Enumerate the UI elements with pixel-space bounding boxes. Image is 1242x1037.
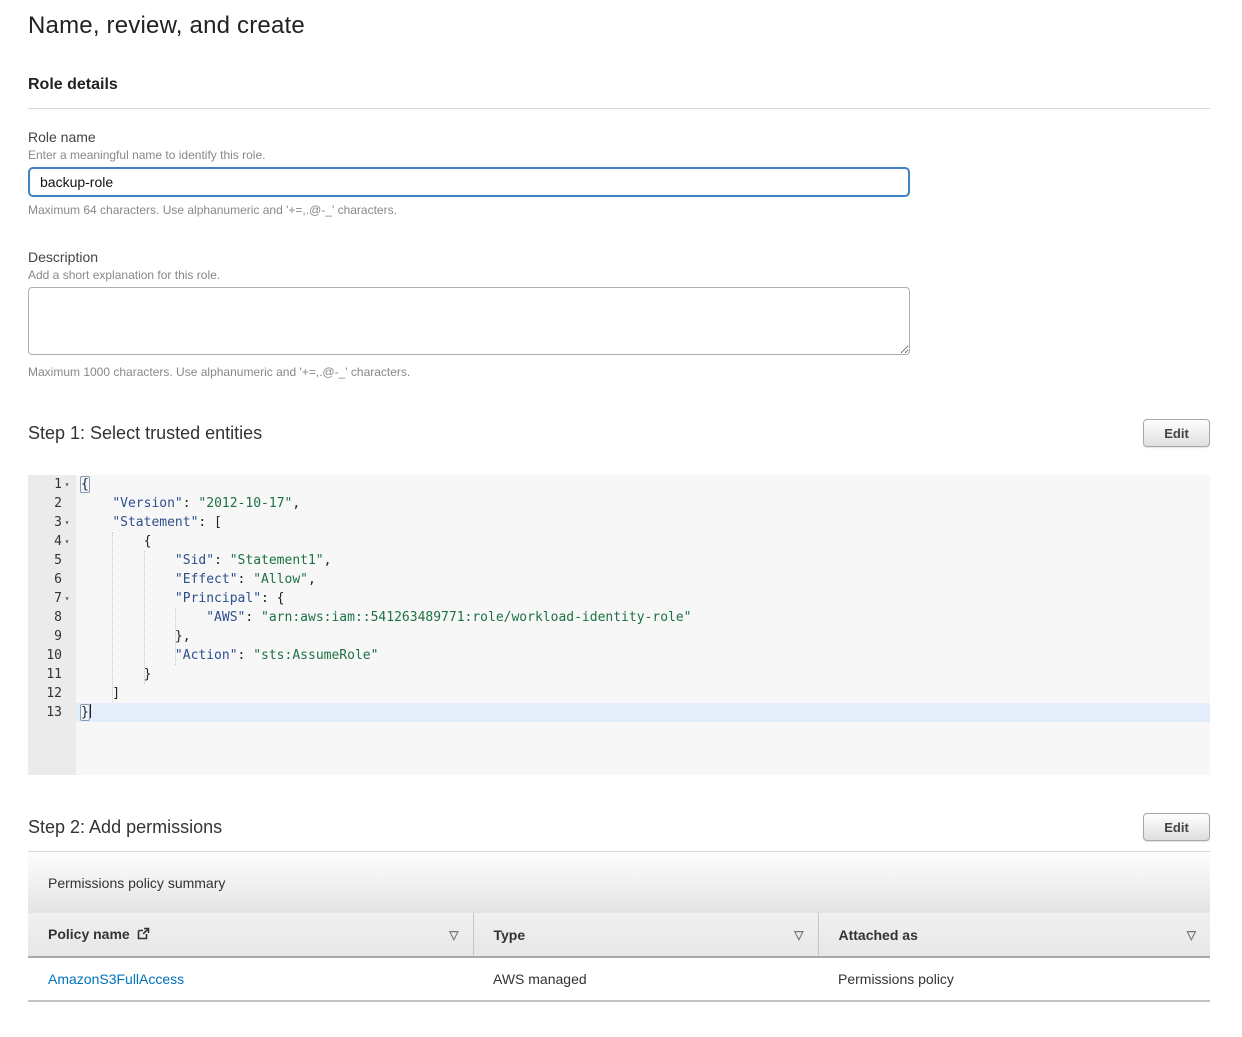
page-title: Name, review, and create	[28, 0, 1210, 40]
code-fold-icon[interactable]: ▾	[62, 532, 72, 551]
line-number: 1▾	[28, 475, 76, 494]
policy-name-link[interactable]: AmazonS3FullAccess	[48, 971, 184, 987]
step2-edit-button[interactable]: Edit	[1143, 813, 1210, 841]
filter-icon[interactable]: ▽	[794, 929, 803, 941]
editor-code-pane: { "Version": "2012-10-17", "Statement": …	[76, 475, 1210, 775]
section-divider	[28, 108, 1210, 109]
line-number: 2	[28, 494, 76, 513]
code-line: "Version": "2012-10-17",	[76, 494, 1210, 513]
permissions-panel-title: Permissions policy summary	[28, 851, 1210, 913]
code-line: "Action": "sts:AssumeRole"	[76, 646, 1210, 665]
policy-type-cell: AWS managed	[473, 957, 818, 1001]
step2-header: Step 2: Add permissions Edit	[28, 813, 1210, 841]
line-number: 3▾	[28, 513, 76, 532]
code-line: }	[76, 665, 1210, 684]
role-name-help: Enter a meaningful name to identify this…	[28, 148, 1210, 162]
description-textarea[interactable]	[28, 287, 910, 355]
column-header-policy-name: Policy name ▽	[28, 913, 473, 957]
code-line: ]	[76, 684, 1210, 703]
line-number: 6	[28, 570, 76, 589]
column-header-type: Type ▽	[473, 913, 818, 957]
filter-icon[interactable]: ▽	[449, 929, 458, 941]
role-name-input[interactable]	[28, 167, 910, 197]
step1-header: Step 1: Select trusted entities Edit	[28, 419, 1210, 447]
line-number: 4▾	[28, 532, 76, 551]
code-line: {	[76, 475, 1210, 494]
code-line: }	[76, 703, 1210, 722]
external-link-icon	[137, 927, 150, 943]
line-number: 11	[28, 665, 76, 684]
table-row: AmazonS3FullAccess AWS managed Permissio…	[28, 957, 1210, 1001]
text-caret	[90, 704, 91, 718]
permissions-panel: Permissions policy summary Policy name ▽	[28, 851, 1210, 1002]
trust-policy-editor[interactable]: 1▾23▾4▾567▾8910111213 { "Version": "2012…	[28, 475, 1210, 775]
line-number: 9	[28, 627, 76, 646]
description-help: Add a short explanation for this role.	[28, 268, 1210, 282]
role-name-label: Role name	[28, 129, 1210, 145]
code-line: "AWS": "arn:aws:iam::541263489771:role/w…	[76, 608, 1210, 627]
step1-heading: Step 1: Select trusted entities	[28, 419, 262, 444]
role-details-heading: Role details	[28, 76, 1210, 94]
code-line: {	[76, 532, 1210, 551]
step1-edit-button[interactable]: Edit	[1143, 419, 1210, 447]
description-field: Description Add a short explanation for …	[28, 249, 1210, 379]
code-line: "Principal": {	[76, 589, 1210, 608]
description-constraint: Maximum 1000 characters. Use alphanumeri…	[28, 365, 1210, 379]
line-number: 8	[28, 608, 76, 627]
description-label: Description	[28, 249, 1210, 265]
role-name-constraint: Maximum 64 characters. Use alphanumeric …	[28, 203, 1210, 217]
code-fold-icon[interactable]: ▾	[62, 589, 72, 608]
permissions-table: Policy name ▽ Type ▽ Attached as	[28, 913, 1210, 1002]
code-line: "Effect": "Allow",	[76, 570, 1210, 589]
filter-icon[interactable]: ▽	[1187, 929, 1196, 941]
step2-heading: Step 2: Add permissions	[28, 813, 222, 838]
role-name-field: Role name Enter a meaningful name to ide…	[28, 129, 1210, 217]
code-fold-icon[interactable]: ▾	[62, 475, 72, 494]
code-line: },	[76, 627, 1210, 646]
line-number: 7▾	[28, 589, 76, 608]
line-number: 5	[28, 551, 76, 570]
column-header-attached-as: Attached as ▽	[818, 913, 1210, 957]
line-number: 10	[28, 646, 76, 665]
line-number: 13	[28, 703, 76, 722]
page: Name, review, and create Role details Ro…	[0, 0, 1242, 1002]
line-number: 12	[28, 684, 76, 703]
code-line: "Sid": "Statement1",	[76, 551, 1210, 570]
attached-as-cell: Permissions policy	[818, 957, 1210, 1001]
editor-gutter: 1▾23▾4▾567▾8910111213	[28, 475, 76, 775]
code-line: "Statement": [	[76, 513, 1210, 532]
table-header-row: Policy name ▽ Type ▽ Attached as	[28, 913, 1210, 957]
code-fold-icon[interactable]: ▾	[62, 513, 72, 532]
